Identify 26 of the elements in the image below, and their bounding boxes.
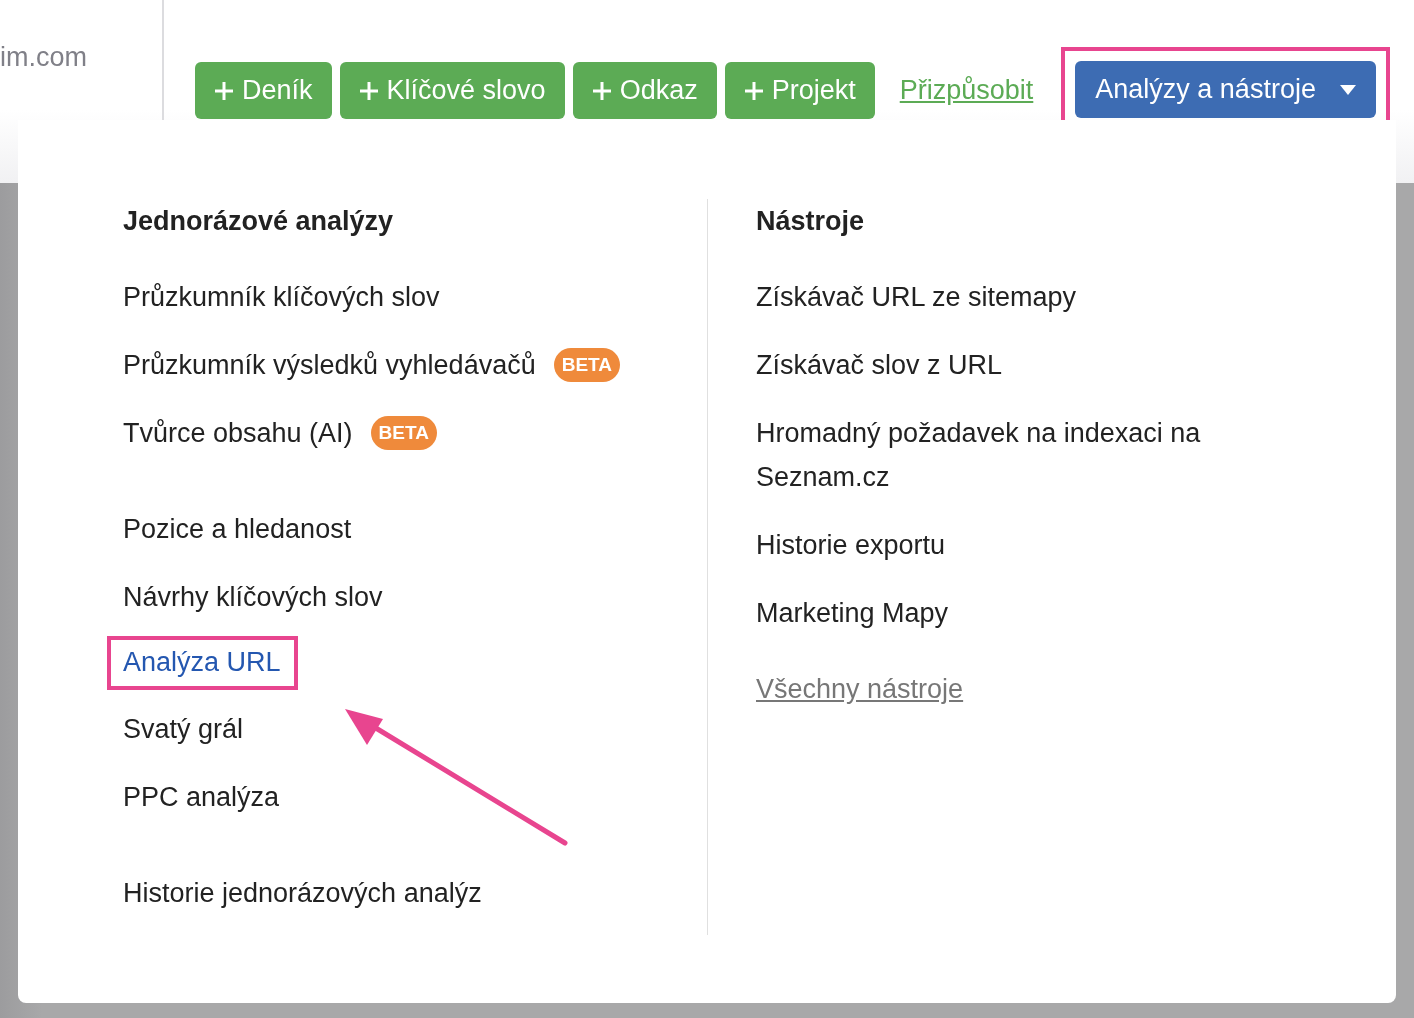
menu-item[interactable]: Získávač URL ze sitemapy xyxy=(756,275,1077,319)
beta-badge: BETA xyxy=(370,416,437,450)
plus-icon xyxy=(214,80,234,101)
menu-item[interactable]: Návrhy klíčových slov xyxy=(123,575,383,619)
section-heading: Nástroje xyxy=(756,205,866,238)
menu-item[interactable]: Průzkumník klíčových slov xyxy=(123,275,440,319)
section-heading: Jednorázové analýzy xyxy=(123,205,395,238)
plus-icon xyxy=(591,80,612,101)
menu-button[interactable]: Analýzy a nástroje xyxy=(1075,61,1376,118)
menu-item[interactable]: Marketing Mapy xyxy=(756,591,949,635)
menu-item[interactable]: Tvůrce obsahu (AI) xyxy=(123,411,353,455)
menu-item[interactable]: PPC analýza xyxy=(123,775,280,819)
menu-item[interactable]: Hromadný požadavek na indexaci na Seznam.cz xyxy=(756,411,1276,499)
menu-item[interactable]: Svatý grál xyxy=(123,707,244,751)
menu-item[interactable]: Historie jednorázových analýz xyxy=(123,871,482,915)
plus-icon xyxy=(743,80,764,101)
menu-item[interactable]: Analýza URL xyxy=(123,647,281,677)
menu-item[interactable]: Pozice a hledanost xyxy=(123,507,352,551)
site-address: im.com xyxy=(0,42,87,73)
all-tools-link[interactable]: Všechny nástroje xyxy=(756,667,964,711)
menu-item[interactable]: Historie exportu xyxy=(756,523,946,567)
menu-item[interactable]: Průzkumník výsledků vyhledávačů xyxy=(123,343,536,387)
caret-icon xyxy=(1339,84,1356,95)
plus-icon xyxy=(358,80,379,101)
menu-item[interactable]: Získávač slov z URL xyxy=(756,343,1003,387)
beta-badge: BETA xyxy=(553,348,620,382)
